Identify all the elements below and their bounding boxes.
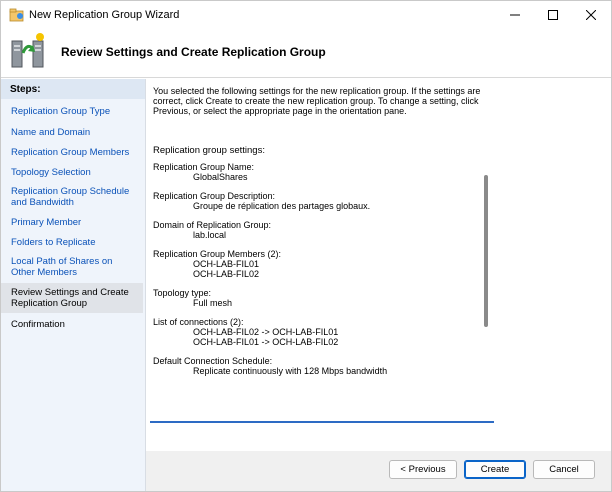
step-local-path-of-shares[interactable]: Local Path of Shares on Other Members bbox=[1, 256, 143, 278]
content-pane: You selected the following settings for … bbox=[146, 79, 611, 451]
step-primary-member[interactable]: Primary Member bbox=[1, 217, 143, 228]
step-folders-to-replicate[interactable]: Folders to Replicate bbox=[1, 237, 143, 248]
cancel-button[interactable]: Cancel bbox=[533, 460, 595, 479]
page-title: Review Settings and Create Replication G… bbox=[61, 45, 326, 59]
summary-section: Default Connection Schedule: Replicate c… bbox=[153, 356, 478, 376]
summary-label: Topology type: bbox=[153, 288, 212, 298]
summary-label: Replication Group Name: bbox=[153, 162, 255, 172]
step-replication-group-members[interactable]: Replication Group Members bbox=[1, 147, 143, 158]
step-replication-group-type[interactable]: Replication Group Type bbox=[1, 106, 143, 117]
replication-group-icon bbox=[9, 8, 24, 22]
summary-value: OCH-LAB-FIL01 bbox=[193, 259, 260, 269]
summary-value: OCH-LAB-FIL01 -> OCH-LAB-FIL02 bbox=[193, 337, 339, 347]
summary-label: Domain of Replication Group: bbox=[153, 220, 272, 230]
create-button[interactable]: Create bbox=[464, 460, 526, 479]
title-bar[interactable]: New Replication Group Wizard bbox=[1, 1, 611, 29]
summary-section: Replication Group Description: Groupe de… bbox=[153, 191, 478, 211]
summary-section: Replication Group Name: GlobalShares bbox=[153, 162, 478, 182]
step-schedule-and-bandwidth[interactable]: Replication Group Schedule and Bandwidth bbox=[1, 186, 143, 208]
maximize-icon bbox=[548, 10, 558, 20]
previous-button[interactable]: < Previous bbox=[389, 460, 457, 479]
steps-header: Steps: bbox=[1, 79, 145, 99]
settings-label: Replication group settings: bbox=[153, 145, 265, 156]
summary-value: lab.local bbox=[193, 230, 227, 240]
summary-section: List of connections (2): OCH-LAB-FIL02 -… bbox=[153, 317, 478, 347]
summary-value: Replicate continuously with 128 Mbps ban… bbox=[193, 366, 388, 376]
button-bar: < Previous Create Cancel bbox=[146, 451, 611, 491]
intro-text: You selected the following settings for … bbox=[153, 86, 481, 116]
steps-heading: Steps: bbox=[10, 84, 41, 95]
wizard-window: New Replication Group Wizard Review Sett… bbox=[0, 0, 612, 492]
settings-summary-text: Replication Group Name: GlobalShares Rep… bbox=[153, 162, 478, 385]
minimize-button[interactable] bbox=[497, 1, 533, 29]
summary-section: Replication Group Members (2): OCH-LAB-F… bbox=[153, 249, 478, 279]
summary-value: OCH-LAB-FIL02 -> OCH-LAB-FIL01 bbox=[193, 327, 339, 337]
replication-wizard-icon bbox=[11, 33, 44, 68]
close-button[interactable] bbox=[573, 1, 609, 29]
summary-value: Full mesh bbox=[193, 298, 233, 308]
close-icon bbox=[586, 10, 596, 20]
window-title: New Replication Group Wizard bbox=[29, 9, 180, 21]
step-review-settings: Review Settings and Create Replication G… bbox=[1, 283, 143, 313]
summary-label: Replication Group Members (2): bbox=[153, 249, 282, 259]
summary-section: Domain of Replication Group: lab.local bbox=[153, 220, 478, 240]
step-confirmation: Confirmation bbox=[11, 319, 65, 330]
summary-value: Groupe de réplication des partages globa… bbox=[193, 201, 371, 211]
wizard-header: Review Settings and Create Replication G… bbox=[1, 29, 611, 78]
summary-value: OCH-LAB-FIL02 bbox=[193, 269, 260, 279]
summary-scrollbar[interactable] bbox=[484, 175, 488, 327]
step-topology-selection[interactable]: Topology Selection bbox=[1, 167, 143, 178]
minimize-icon bbox=[510, 14, 520, 16]
summary-section: Topology type: Full mesh bbox=[153, 288, 478, 308]
settings-summary-box[interactable]: Replication Group Name: GlobalShares Rep… bbox=[150, 159, 494, 423]
summary-value: GlobalShares bbox=[193, 172, 248, 182]
summary-label: Default Connection Schedule: bbox=[153, 356, 273, 366]
summary-label: Replication Group Description: bbox=[153, 191, 276, 201]
step-name-and-domain[interactable]: Name and Domain bbox=[1, 127, 143, 138]
maximize-button[interactable] bbox=[535, 1, 571, 29]
summary-label: List of connections (2): bbox=[153, 317, 244, 327]
steps-pane: Steps: Replication Group Type Name and D… bbox=[1, 79, 146, 491]
